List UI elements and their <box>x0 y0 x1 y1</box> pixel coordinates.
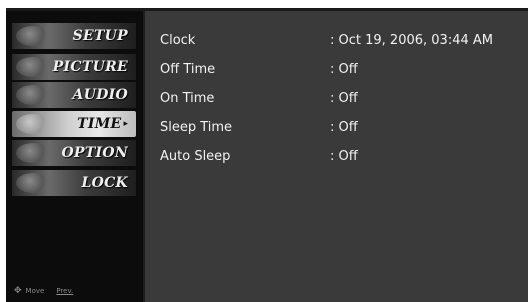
menu-item-time[interactable]: TIME ▸ <box>12 111 136 137</box>
setting-value: : Off <box>330 91 358 106</box>
menu-item-option[interactable]: OPTION <box>12 140 136 166</box>
menu-item-audio[interactable]: AUDIO <box>12 82 136 108</box>
move-icon: ✥ <box>14 286 22 296</box>
menu-item-setup[interactable]: SETUP <box>12 23 136 49</box>
setting-value: : Off <box>330 62 358 77</box>
prev-hint-label: Prev. <box>56 287 74 295</box>
setting-name: On Time <box>160 91 215 106</box>
menu-item-label: TIME <box>77 116 122 132</box>
setting-row-on-time[interactable]: On Time : Off <box>160 91 520 120</box>
time-settings-panel: Clock : Oct 19, 2006, 03:44 AM Off Time … <box>160 33 520 178</box>
menu-item-label: SETUP <box>72 28 128 44</box>
menu-item-picture[interactable]: PICTURE <box>12 54 136 80</box>
menu-item-label: OPTION <box>61 145 128 161</box>
menu-footer-hint: ✥ Move Prev. <box>14 286 73 296</box>
setting-value: : Off <box>330 120 358 135</box>
menu-sidebar: SETUP PICTURE AUDIO TIME ▸ OPTION LOCK ✥… <box>6 11 145 302</box>
setting-row-sleep-time[interactable]: Sleep Time : Off <box>160 120 520 149</box>
menu-item-label: LOCK <box>81 175 128 191</box>
setting-value: : Off <box>330 149 358 164</box>
setting-row-off-time[interactable]: Off Time : Off <box>160 62 520 91</box>
setting-row-auto-sleep[interactable]: Auto Sleep : Off <box>160 149 520 178</box>
setting-name: Sleep Time <box>160 120 233 135</box>
menu-item-label: PICTURE <box>52 59 128 75</box>
menu-item-label: AUDIO <box>72 87 128 103</box>
setting-name: Clock <box>160 33 196 48</box>
setting-value: : Oct 19, 2006, 03:44 AM <box>330 33 493 48</box>
setting-row-clock[interactable]: Clock : Oct 19, 2006, 03:44 AM <box>160 33 520 62</box>
setting-name: Auto Sleep <box>160 149 231 164</box>
setting-name: Off Time <box>160 62 216 77</box>
menu-item-lock[interactable]: LOCK <box>12 170 136 196</box>
move-hint-label: Move <box>25 287 45 295</box>
selected-arrow-icon: ▸ <box>123 119 128 129</box>
tv-menu-screen: SETUP PICTURE AUDIO TIME ▸ OPTION LOCK ✥… <box>6 8 528 302</box>
